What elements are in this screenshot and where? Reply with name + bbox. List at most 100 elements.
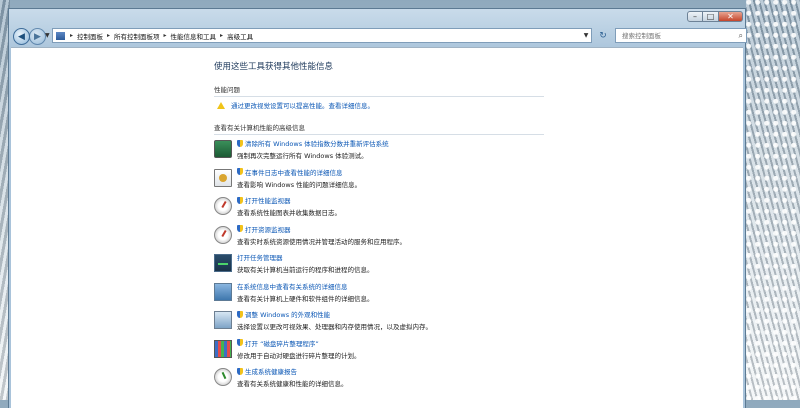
desktop-wallpaper-right <box>746 0 800 400</box>
tool-item: 在事件日志中查看性能的详细信息查看影响 Windows 性能的问题详细信息。 <box>214 167 544 196</box>
search-box[interactable]: ⌕ <box>615 28 747 43</box>
tool-description: 查看影响 Windows 性能的问题详细信息。 <box>237 180 362 189</box>
tool-item: 打开资源监视器查看实时系统资源使用情况并管理活动的服务和应用程序。 <box>214 224 544 253</box>
tool-text: 清除所有 Windows 体验指数分数并重新评估系统强制再次完整运行所有 Win… <box>237 138 389 167</box>
breadcrumb-separator-icon[interactable]: ▸ <box>107 32 110 39</box>
tool-text: 调整 Windows 的外观和性能选择设置以更改可视效果、处理器和内存使用情况，… <box>237 309 432 338</box>
tool-text: 生成系统健康报告查看有关系统健康和性能的详细信息。 <box>237 366 348 395</box>
tool-text: 打开性能监视器查看系统性能图表并收集数据日志。 <box>237 195 341 224</box>
tool-description: 修改用于自动对硬盘进行碎片整理的计划。 <box>237 351 361 360</box>
tool-item: 生成系统健康报告查看有关系统健康和性能的详细信息。 <box>214 366 544 395</box>
search-input[interactable] <box>616 31 732 40</box>
breadcrumb-separator-icon[interactable]: ▸ <box>220 32 223 39</box>
breadcrumb-all-items[interactable]: 所有控制面板项 <box>114 31 160 41</box>
event-log-icon <box>214 168 232 187</box>
explorer-window: – □ ✕ ◀ ▶ ▼ ▸ 控制面板 ▸ 所有控制面板项 ▸ 性能信息和工具 ▸… <box>8 8 747 408</box>
breadcrumb-performance-tools[interactable]: 性能信息和工具 <box>171 31 217 41</box>
breadcrumb-separator-icon[interactable]: ▸ <box>70 32 73 39</box>
monitor-icon <box>214 140 232 158</box>
tool-link[interactable]: 生成系统健康报告 <box>245 366 297 376</box>
forward-button[interactable]: ▶ <box>29 28 46 45</box>
system-health-icon <box>214 368 232 386</box>
disk-defragmenter-icon <box>214 339 232 358</box>
address-bar[interactable]: ▸ 控制面板 ▸ 所有控制面板项 ▸ 性能信息和工具 ▸ 高级工具 ▼ <box>52 28 592 43</box>
content-pane: 使用这些工具获得其他性能信息 性能问题 通过更改视觉设置可以提高性能。查看详细信… <box>11 47 743 408</box>
uac-shield-icon <box>237 225 243 232</box>
control-panel-icon <box>56 31 65 40</box>
recent-pages-dropdown[interactable]: ▼ <box>45 32 50 39</box>
tool-link[interactable]: 打开 “磁盘碎片整理程序” <box>245 338 319 348</box>
uac-shield-icon <box>237 196 243 204</box>
close-button[interactable]: ✕ <box>719 11 743 22</box>
tool-link[interactable]: 打开性能监视器 <box>245 195 291 205</box>
minimize-button[interactable]: – <box>687 11 703 22</box>
tool-link[interactable]: 在系统信息中查看有关系统的详细信息 <box>237 281 348 291</box>
resource-monitor-icon <box>214 225 232 244</box>
visual-settings-link[interactable]: 通过更改视觉设置可以提高性能。查看详细信息。 <box>231 100 374 110</box>
tool-description: 选择设置以更改可视效果、处理器和内存使用情况，以及虚拟内存。 <box>237 323 432 331</box>
tool-link[interactable]: 在事件日志中查看性能的详细信息 <box>245 167 343 177</box>
navigation-bar: ◀ ▶ ▼ ▸ 控制面板 ▸ 所有控制面板项 ▸ 性能信息和工具 ▸ 高级工具 … <box>13 27 747 47</box>
performance-issues-heading: 性能问题 <box>214 84 544 97</box>
tool-link-row: 调整 Windows 的外观和性能 <box>237 309 432 319</box>
refresh-button[interactable]: ↻ <box>595 28 611 43</box>
tool-text: 打开任务管理器获取有关计算机当前运行的程序和进程的信息。 <box>237 252 374 281</box>
tool-item: 打开 “磁盘碎片整理程序” 修改用于自动对硬盘进行碎片整理的计划。 <box>214 338 544 367</box>
back-button[interactable]: ◀ <box>13 28 30 45</box>
breadcrumb-advanced-tools[interactable]: 高级工具 <box>227 31 253 41</box>
uac-shield-icon <box>237 310 243 318</box>
tool-text: 在系统信息中查看有关系统的详细信息查看有关计算机上硬件和软件组件的详细信息。 <box>237 281 374 310</box>
breadcrumb-control-panel[interactable]: 控制面板 <box>77 31 103 41</box>
uac-shield-icon <box>237 367 243 375</box>
tool-link-row: 生成系统健康报告 <box>237 366 348 376</box>
performance-monitor-icon <box>214 197 232 215</box>
refresh-icon: ↻ <box>599 30 607 41</box>
back-arrow-icon: ◀ <box>18 31 25 42</box>
tool-description: 获取有关计算机当前运行的程序和进程的信息。 <box>237 266 374 274</box>
visual-effects-icon <box>214 311 232 329</box>
performance-issue-item: 通过更改视觉设置可以提高性能。查看详细信息。 <box>217 100 544 110</box>
tool-item: 在系统信息中查看有关系统的详细信息查看有关计算机上硬件和软件组件的详细信息。 <box>214 281 544 310</box>
task-manager-icon <box>214 254 232 272</box>
content-main: 使用这些工具获得其他性能信息 性能问题 通过更改视觉设置可以提高性能。查看详细信… <box>214 60 544 395</box>
tool-text: 打开 “磁盘碎片整理程序” 修改用于自动对硬盘进行碎片整理的计划。 <box>237 338 361 367</box>
tool-item: 打开性能监视器查看系统性能图表并收集数据日志。 <box>214 195 544 224</box>
uac-shield-icon <box>237 139 243 147</box>
address-history-dropdown[interactable]: ▼ <box>581 32 591 39</box>
maximize-button[interactable]: □ <box>703 11 719 22</box>
uac-shield-icon <box>237 339 243 346</box>
tool-link-row: 打开任务管理器 <box>237 252 374 262</box>
tool-item: 调整 Windows 的外观和性能选择设置以更改可视效果、处理器和内存使用情况，… <box>214 309 544 338</box>
tool-link-row: 在系统信息中查看有关系统的详细信息 <box>237 281 374 291</box>
tool-item: 清除所有 Windows 体验指数分数并重新评估系统强制再次完整运行所有 Win… <box>214 138 544 167</box>
tool-text: 打开资源监视器查看实时系统资源使用情况并管理活动的服务和应用程序。 <box>237 224 406 253</box>
search-icon[interactable]: ⌕ <box>739 31 743 41</box>
forward-arrow-icon: ▶ <box>34 31 41 42</box>
page-title: 使用这些工具获得其他性能信息 <box>214 62 334 72</box>
tool-description: 强制再次完整运行所有 Windows 体验测试。 <box>237 152 368 160</box>
window-controls: – □ ✕ <box>687 11 743 22</box>
tool-description: 查看有关计算机上硬件和软件组件的详细信息。 <box>237 294 374 303</box>
chevron-down-icon: ▼ <box>45 32 50 39</box>
tool-link[interactable]: 打开任务管理器 <box>237 252 283 262</box>
chevron-down-icon: ▼ <box>583 32 589 39</box>
tool-description: 查看实时系统资源使用情况并管理活动的服务和应用程序。 <box>237 237 406 246</box>
tool-item: 打开任务管理器获取有关计算机当前运行的程序和进程的信息。 <box>214 252 544 281</box>
uac-shield-icon <box>237 168 243 175</box>
tool-link-row: 打开性能监视器 <box>237 195 341 205</box>
tool-link[interactable]: 打开资源监视器 <box>245 224 291 234</box>
warning-icon <box>217 101 225 109</box>
tool-link[interactable]: 清除所有 Windows 体验指数分数并重新评估系统 <box>245 138 389 148</box>
title-bar[interactable]: – □ ✕ <box>9 9 745 27</box>
tool-description: 查看有关系统健康和性能的详细信息。 <box>237 380 348 388</box>
system-info-icon <box>214 282 232 301</box>
advanced-info-heading: 查看有关计算机性能的高级信息 <box>214 122 544 135</box>
tool-text: 在事件日志中查看性能的详细信息查看影响 Windows 性能的问题详细信息。 <box>237 167 361 196</box>
tool-link[interactable]: 调整 Windows 的外观和性能 <box>245 309 330 319</box>
tool-link-row: 打开 “磁盘碎片整理程序” <box>237 338 361 348</box>
tool-link-row: 清除所有 Windows 体验指数分数并重新评估系统 <box>237 138 389 148</box>
breadcrumb-separator-icon[interactable]: ▸ <box>164 32 167 39</box>
tool-link-row: 打开资源监视器 <box>237 224 406 234</box>
tool-link-row: 在事件日志中查看性能的详细信息 <box>237 167 361 177</box>
tool-description: 查看系统性能图表并收集数据日志。 <box>237 209 341 217</box>
